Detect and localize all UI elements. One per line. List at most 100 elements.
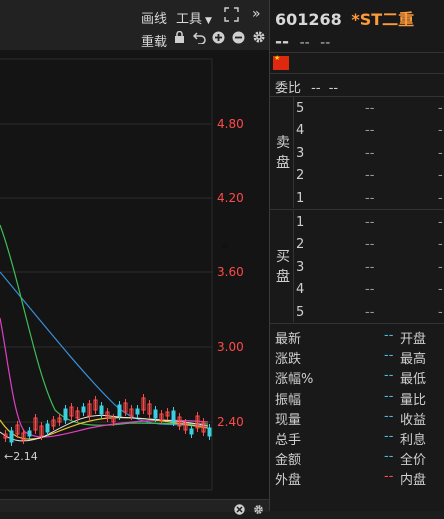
sell-volume: -	[438, 190, 443, 206]
sell-price: --	[365, 190, 375, 206]
buy-volume: -	[438, 282, 443, 298]
stat-value: --	[384, 408, 394, 424]
stock-code: 601268	[275, 10, 342, 29]
candle-body	[207, 427, 212, 437]
candle-body	[135, 408, 140, 415]
price-change-pct: --	[320, 35, 331, 51]
candle-body	[117, 404, 122, 417]
stat-value: --	[384, 368, 394, 384]
buy-volume: -	[438, 259, 443, 275]
kline-chart[interactable]: ←2.14 4.80 4.20 3.60 3.00 2.40	[0, 50, 270, 500]
buy-price: --	[365, 259, 375, 275]
stat-label-right: 收益	[400, 412, 427, 428]
candle-body	[45, 423, 50, 433]
candle-body	[27, 430, 32, 437]
candle-body	[171, 410, 176, 423]
draw-line-button[interactable]: 画线	[141, 8, 167, 27]
candle-body	[63, 408, 68, 421]
stat-label: 金额	[275, 453, 302, 469]
order-ratio-value: --	[311, 81, 321, 96]
ma-line-blue	[0, 271, 209, 427]
stat-label-right: 内盘	[400, 473, 427, 489]
stat-label: 现量	[275, 412, 302, 428]
gear-icon[interactable]	[253, 500, 264, 519]
stat-row: 涨幅% -- 最低	[270, 366, 444, 388]
sell-price: --	[365, 123, 375, 139]
lock-icon[interactable]	[174, 30, 185, 48]
reload-button[interactable]: 重载	[141, 31, 167, 50]
candle-body	[9, 430, 14, 443]
stat-label-right: 全价	[400, 453, 427, 469]
latest-price: --	[275, 32, 290, 52]
stat-label: 涨幅%	[275, 372, 314, 388]
stat-row: 振幅 -- 量比	[270, 387, 444, 408]
order-ratio-value-2: --	[328, 81, 339, 96]
sell-level: 5	[296, 101, 305, 116]
sell-volume: -	[438, 145, 443, 161]
buy-price: --	[365, 304, 375, 320]
sell-volume: -	[438, 168, 443, 184]
sell-price: --	[365, 168, 375, 184]
stat-value: --	[384, 348, 394, 364]
stat-value: --	[384, 328, 394, 343]
sell-row-5[interactable]: 5 -- -	[270, 98, 444, 120]
close-icon[interactable]	[234, 500, 245, 519]
buy-row-4[interactable]: 4 -- -	[270, 279, 444, 301]
candle-body	[81, 406, 86, 413]
stat-row: 总手 -- 利息	[270, 427, 444, 448]
buy-row-2[interactable]: 2 -- -	[270, 234, 444, 256]
buy-price: --	[365, 237, 375, 253]
buy-level: 3	[296, 259, 305, 275]
buy-price: --	[365, 215, 375, 230]
chevron-down-icon: ▼	[205, 16, 212, 26]
sell-price: --	[365, 145, 375, 161]
buy-level: 5	[296, 304, 305, 320]
ma-line-green	[0, 224, 209, 426]
order-ratio-label: 委比	[275, 81, 302, 96]
stat-value: --	[384, 429, 394, 444]
zoom-out-icon[interactable]	[232, 31, 245, 48]
stat-row: 金额 -- 全价	[270, 447, 444, 469]
buy-row-3[interactable]: 3 -- -	[270, 257, 444, 279]
stock-header: 601268 *ST二重	[275, 6, 414, 30]
zoom-in-icon[interactable]	[212, 31, 225, 48]
stat-value: --	[384, 388, 394, 404]
y-axis-label-300: 3.00	[217, 340, 244, 354]
low-price-marker: ←2.14	[4, 450, 38, 463]
y-axis-label-420: 4.20	[217, 191, 244, 205]
buy-row-5[interactable]: 5 -- -	[270, 302, 444, 324]
buy-level: 1	[296, 215, 305, 230]
order-ratio: 委比 -- --	[275, 77, 338, 96]
gear-icon[interactable]	[252, 30, 266, 48]
stat-label-right: 开盘	[400, 332, 427, 347]
buy-row-1[interactable]: 1 -- -	[270, 212, 444, 234]
stat-value: --	[384, 449, 394, 465]
undo-icon[interactable]	[192, 31, 206, 48]
candle-body	[99, 405, 104, 415]
sell-row-2[interactable]: 2 -- -	[270, 165, 444, 187]
stat-label: 最新	[275, 332, 302, 347]
candle-body	[189, 428, 194, 435]
cursor-dot	[222, 243, 228, 249]
tools-label: 工具	[176, 12, 203, 27]
buy-volume: -	[438, 304, 443, 320]
candle-body	[153, 409, 158, 419]
sell-level: 4	[296, 123, 305, 139]
tools-menu-button[interactable]: 工具 ▼	[176, 8, 212, 27]
sell-row-3[interactable]: 3 -- -	[270, 143, 444, 165]
sell-row-1[interactable]: 1 -- -	[270, 188, 444, 210]
sell-level: 2	[296, 168, 305, 184]
sell-volume: -	[438, 101, 443, 116]
fullscreen-icon[interactable]	[224, 7, 239, 26]
stat-row: 外盘 -- 内盘	[270, 467, 444, 489]
stat-label: 涨跌	[275, 352, 302, 368]
sell-volume: -	[438, 123, 443, 139]
price-summary: -- -- --	[275, 32, 330, 52]
stat-label: 总手	[275, 433, 302, 448]
buy-volume: -	[438, 237, 443, 253]
quote-panel: 601268 *ST二重 -- -- -- ★ 委比 -- -- 卖 盘 5 --…	[270, 0, 444, 511]
stock-name: *ST二重	[351, 10, 415, 29]
buy-price: --	[365, 282, 375, 298]
expand-panel-icon[interactable]: »	[252, 6, 261, 22]
sell-row-4[interactable]: 4 -- -	[270, 120, 444, 142]
